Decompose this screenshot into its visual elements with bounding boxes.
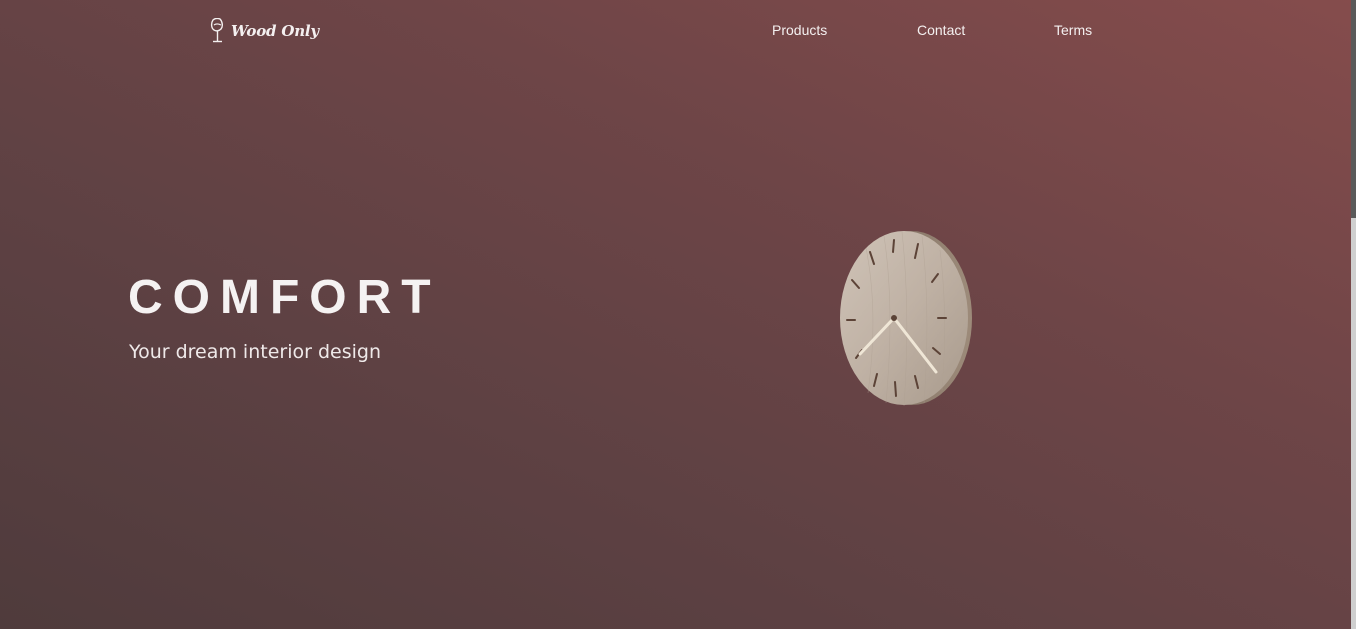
page-scrollbar[interactable] bbox=[1351, 0, 1356, 629]
hero-title: COMFORT bbox=[128, 271, 441, 324]
nav-link-terms[interactable]: Terms bbox=[1054, 22, 1092, 38]
hero-subtitle: Your dream interior design bbox=[129, 341, 381, 363]
main-nav: Products Contact Terms bbox=[0, 22, 1351, 40]
wooden-clock-image bbox=[836, 228, 976, 410]
page: Wood Only Products Contact Terms COMFORT… bbox=[0, 0, 1351, 629]
scrollbar-thumb[interactable] bbox=[1351, 0, 1356, 218]
nav-link-contact[interactable]: Contact bbox=[917, 22, 965, 38]
nav-link-products[interactable]: Products bbox=[772, 22, 827, 38]
